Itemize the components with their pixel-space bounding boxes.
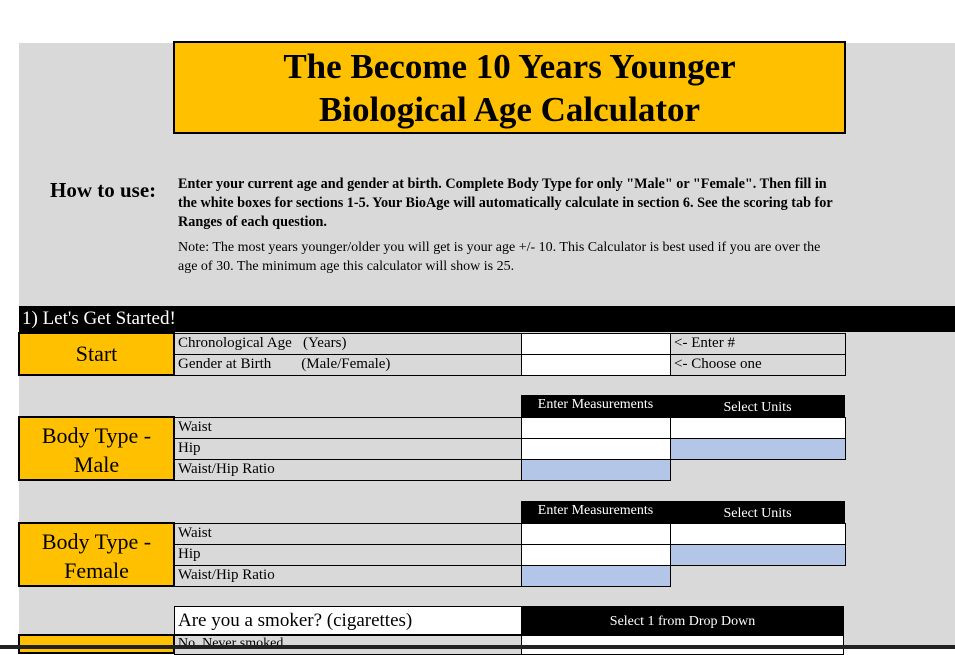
female-select-units-header: Select Units (670, 501, 845, 523)
male-waist-input[interactable] (521, 417, 671, 439)
body-type-male-line-1: Body Type - (41, 423, 152, 448)
male-enter-measurements-header: Enter Measurements (521, 395, 670, 417)
female-enter-measurements-header: Enter Measurements (521, 501, 670, 523)
how-to-use-note: Note: The most years younger/older you w… (178, 240, 821, 274)
body-type-female-line-1: Body Type - (41, 529, 152, 554)
female-hip-units-calculated (670, 544, 846, 566)
body-type-female-line-2: Female (64, 558, 129, 583)
male-waist-label: Waist (174, 417, 522, 439)
how-to-use-instructions: Enter your current age and gender at bir… (178, 176, 833, 230)
body-type-male-line-2: Male (73, 452, 120, 477)
male-ratio-label: Waist/Hip Ratio (174, 459, 522, 481)
title-line-2: Biological Age Calculator (318, 90, 701, 129)
chronological-age-input[interactable] (521, 333, 671, 355)
gender-label: Gender at Birth (Male/Female) (174, 354, 522, 376)
start-block-label: Start (18, 332, 175, 376)
female-hip-input[interactable] (521, 544, 671, 566)
title-banner: The Become 10 Years Younger Biological A… (173, 41, 846, 134)
smoker-question: Are you a smoker? (cigarettes) (174, 606, 522, 635)
how-to-use-label: How to use: (50, 178, 157, 202)
female-waist-input[interactable] (521, 523, 671, 545)
smoker-block-label (18, 634, 175, 654)
body-type-female-block: Body Type - Female (18, 522, 175, 587)
male-select-units-header: Select Units (670, 395, 845, 417)
gender-hint: <- Choose one (670, 354, 846, 376)
female-units-select[interactable] (670, 523, 846, 545)
body-type-male-block: Body Type - Male (18, 416, 175, 481)
male-hip-input[interactable] (521, 438, 671, 460)
female-ratio-value (521, 565, 671, 587)
gender-select[interactable] (521, 354, 671, 376)
window-bottom-edge (0, 645, 955, 649)
male-hip-units-calculated (670, 438, 846, 460)
chronological-age-label: Chronological Age (Years) (174, 333, 522, 355)
smoker-dropdown-header: Select 1 from Drop Down (521, 606, 844, 635)
female-hip-label: Hip (174, 544, 522, 566)
female-ratio-label: Waist/Hip Ratio (174, 565, 522, 587)
male-ratio-value (521, 459, 671, 481)
chronological-age-hint: <- Enter # (670, 333, 846, 355)
female-waist-label: Waist (174, 523, 522, 545)
section-1-header: 1) Let's Get Started! (19, 306, 955, 332)
title-line-1: The Become 10 Years Younger (283, 47, 736, 86)
male-units-select[interactable] (670, 417, 846, 439)
male-hip-label: Hip (174, 438, 522, 460)
